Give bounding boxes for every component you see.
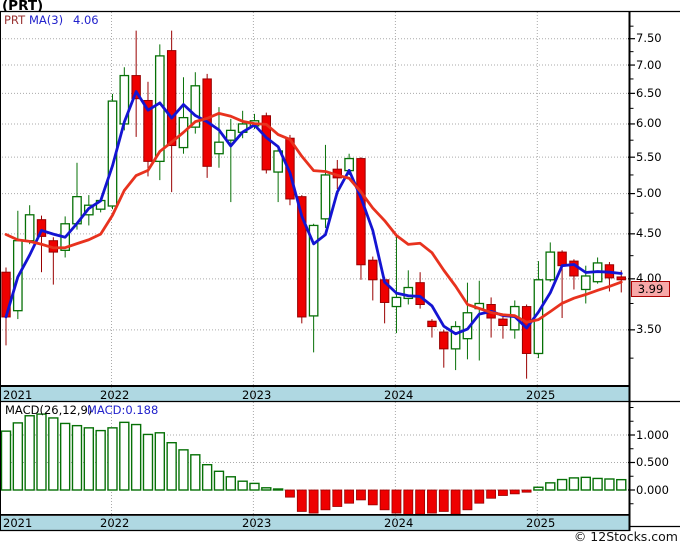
macd-axis-tick-label: 1.000 [636,427,669,442]
macd-positive-bar [249,482,260,491]
macd-positive-bar [592,477,603,491]
chart-canvas [0,10,680,532]
macd-positive-bar [12,422,24,491]
macd-params-label: MACD(26,12,9) [5,403,93,417]
macd-positive-bar [225,476,237,491]
macd-positive-bar [95,429,106,491]
macd-positive-bar [36,413,47,491]
macd-negative-bar [427,489,437,514]
macd-negative-bar [285,489,295,498]
macd-positive-bar [166,442,177,491]
main-chart-legend: PRT MA(3) 4.06 [4,12,99,27]
down-candle-body [498,318,508,326]
macd-negative-bar [486,489,497,499]
down-candle-body [439,331,449,350]
macd-positive-bar [119,421,130,491]
price-axis-tick-label: 4.50 [636,226,662,241]
macd-positive-bar [237,480,248,491]
up-candle-body [545,251,556,281]
watermark-copyright: © 12Stocks.com [573,529,678,544]
macd-value-label: MACD:0.188 [87,403,159,417]
main-panel-bottom-spine [1,385,630,387]
macd-negative-bar [403,489,414,516]
up-candle-body [320,174,331,220]
up-candle-body [225,129,236,141]
macd-axis-tick-label: 0.000 [636,482,669,497]
macd-positive-bar [48,417,59,491]
macd-positive-bar [24,415,35,491]
macd-negative-bar [415,489,426,515]
price-axis-tick-label: 6.50 [636,85,662,100]
macd-positive-bar [0,430,12,491]
up-candle-body [450,325,461,350]
price-axis-tick-label: 4.00 [636,271,662,286]
macd-positive-bar [71,424,83,491]
macd-negative-bar [344,489,355,504]
macd-negative-bar [320,489,331,511]
price-axis-tick-label: 7.00 [636,57,662,72]
macd-negative-bar [379,489,390,511]
macd-positive-bar [556,478,568,491]
price-axis-tick-label: 3.50 [636,322,662,337]
macd-positive-bar [190,454,201,491]
price-axis-tick-label: 5.50 [636,149,662,164]
macd-negative-bar [474,489,485,504]
macd-negative-bar [450,489,461,515]
macd-panel-bottom-spine [1,514,630,516]
macd-positive-bar [130,423,142,491]
up-candle-body [214,141,224,155]
macd-positive-bar [59,422,71,491]
macd-positive-bar [616,478,627,491]
macd-positive-bar [201,464,213,491]
down-candle-body [557,251,567,267]
up-candle-body [344,157,354,172]
macd-negative-bar [332,489,343,507]
macd-negative-bar [296,489,307,512]
down-candle-body [616,276,626,281]
ma3-legend-label: MA(3) [29,12,64,27]
macd-positive-bar [545,482,556,491]
macd-negative-bar [509,489,520,495]
ma3-legend-value: 4.06 [73,12,99,27]
macd-positive-bar [107,427,118,491]
macd-positive-bar [533,486,544,491]
macd-axis-tick-label: 0.500 [636,455,669,469]
macd-legend: MACD(26,12,9) MACD:0.188 [5,403,158,417]
macd-negative-bar [308,489,319,514]
macd-positive-bar [178,449,189,491]
stock-chart-page: (PRT) 2021 2022 2023 2024 2025 2021 2022 2023 2… [0,0,680,546]
macd-negative-bar [462,489,473,511]
macd-positive-bar [604,478,615,491]
macd-negative-bar [367,489,378,506]
macd-positive-bar [580,476,591,491]
price-axis-tick-label: 7.50 [636,31,662,46]
ticker-symbol-label: PRT [4,12,26,27]
down-candle-body [415,282,425,306]
down-candle-body [356,158,366,266]
macd-negative-bar [356,489,366,501]
macd-positive-bar [142,433,154,491]
down-candle-body [368,259,378,281]
price-axis-tick-label: 5.00 [636,186,662,201]
macd-negative-bar [521,489,532,493]
macd-positive-bar [83,427,95,491]
macd-positive-bar [272,488,284,491]
down-candle-body [427,320,437,328]
down-candle-body [521,306,532,354]
down-candle-body [166,50,177,147]
price-axis-tick-label: 6.00 [636,116,662,131]
macd-positive-bar [261,487,272,491]
macd-negative-bar [498,489,508,496]
macd-positive-bar [154,432,166,491]
up-candle-body [391,296,402,308]
up-candle-body [24,214,35,242]
macd-negative-bar [391,489,402,514]
macd-positive-bar [213,470,225,491]
up-candle-body [580,275,591,291]
macd-positive-bar [568,477,580,491]
macd-negative-bar [438,489,449,512]
